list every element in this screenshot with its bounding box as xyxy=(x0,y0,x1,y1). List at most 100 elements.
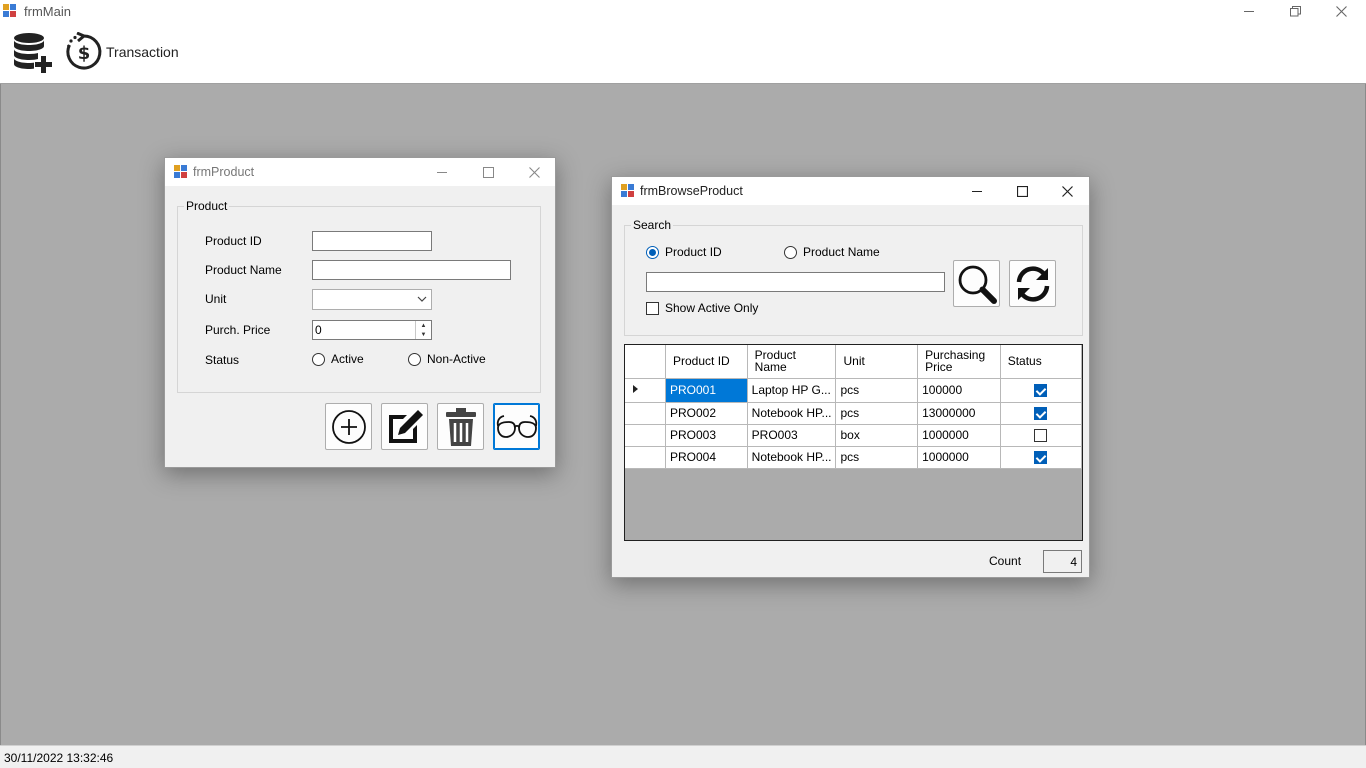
browse-form-titlebar: frmBrowseProduct xyxy=(612,177,1089,205)
status-active-radio[interactable]: Active xyxy=(312,352,364,366)
search-by-product-id-label: Product ID xyxy=(665,245,722,259)
maximize-icon xyxy=(1016,185,1028,197)
cell-product-id[interactable]: PRO003 xyxy=(665,424,748,447)
product-form-titlebar: frmProduct xyxy=(165,158,555,186)
minimize-button[interactable] xyxy=(1226,0,1272,23)
cell-product-id[interactable]: PRO001 xyxy=(665,378,748,403)
cell-unit[interactable]: pcs xyxy=(835,378,919,403)
cell-status[interactable] xyxy=(1000,424,1082,447)
current-row-arrow-icon xyxy=(633,384,638,393)
cell-status[interactable] xyxy=(1000,378,1082,403)
search-group-label: Search xyxy=(631,218,674,232)
status-checkbox-checked[interactable] xyxy=(1034,407,1048,421)
delete-button[interactable] xyxy=(437,403,484,450)
stepper-buttons: ▲ ▼ xyxy=(415,321,431,339)
product-form-maximize-button[interactable] xyxy=(465,158,511,186)
app-icon xyxy=(3,4,17,18)
browse-product-window: frmBrowseProduct Search Product ID Produ… xyxy=(611,176,1090,578)
table-row[interactable]: PRO004 Notebook HP... pcs 1000000 xyxy=(625,446,1082,469)
cell-status[interactable] xyxy=(1000,446,1082,469)
purch-price-stepper[interactable]: 0 ▲ ▼ xyxy=(312,320,432,340)
main-window-title: frmMain xyxy=(24,4,71,19)
close-button[interactable] xyxy=(1318,0,1364,23)
product-form-close-button[interactable] xyxy=(511,158,557,186)
edit-button[interactable] xyxy=(381,403,428,450)
browse-form-minimize-button[interactable] xyxy=(954,177,1000,205)
cell-product-name[interactable]: PRO003 xyxy=(747,424,837,447)
search-by-product-name-radio[interactable]: Product Name xyxy=(784,245,880,259)
minimize-icon xyxy=(971,190,982,192)
row-header-current[interactable] xyxy=(625,378,666,403)
status-bar: 30/11/2022 13:32:46 xyxy=(0,745,1366,768)
cell-unit[interactable]: box xyxy=(835,424,919,447)
svg-text:$: $ xyxy=(78,43,91,64)
column-header-unit[interactable]: Unit xyxy=(835,345,919,379)
main-titlebar: frmMain xyxy=(0,0,1366,23)
cell-product-name[interactable]: Notebook HP... xyxy=(747,402,837,425)
table-row[interactable]: PRO002 Notebook HP... pcs 13000000 xyxy=(625,402,1082,425)
minimize-icon xyxy=(1243,11,1254,12)
add-button[interactable] xyxy=(325,403,372,450)
row-header[interactable] xyxy=(625,446,666,469)
refresh-button[interactable] xyxy=(1009,260,1056,307)
edit-icon xyxy=(388,409,423,443)
search-input[interactable] xyxy=(646,272,945,292)
master-data-button[interactable] xyxy=(12,31,54,73)
column-header-product-id[interactable]: Product ID xyxy=(665,345,748,379)
close-icon xyxy=(528,166,540,178)
status-active-label: Active xyxy=(331,352,364,366)
cell-product-id[interactable]: PRO002 xyxy=(665,402,748,425)
search-button[interactable] xyxy=(953,260,1000,307)
checkbox-box xyxy=(646,301,659,315)
product-name-input[interactable] xyxy=(312,260,511,280)
cell-status[interactable] xyxy=(1000,402,1082,425)
stepper-down-button[interactable]: ▼ xyxy=(416,330,431,339)
status-non-active-radio[interactable]: Non-Active xyxy=(408,352,486,366)
stepper-up-button[interactable]: ▲ xyxy=(416,321,431,330)
product-id-label: Product ID xyxy=(205,234,262,248)
status-checkbox-unchecked[interactable] xyxy=(1034,429,1048,443)
trash-icon xyxy=(445,407,476,446)
row-header[interactable] xyxy=(625,424,666,447)
browse-button[interactable] xyxy=(493,403,540,450)
cell-unit[interactable]: pcs xyxy=(835,446,919,469)
search-by-product-id-radio[interactable]: Product ID xyxy=(646,245,722,259)
cell-product-name[interactable]: Notebook HP... xyxy=(747,446,837,469)
close-icon xyxy=(1061,185,1073,197)
cell-purchasing-price[interactable]: 100000 xyxy=(917,378,1001,403)
status-datetime: 30/11/2022 13:32:46 xyxy=(4,751,114,765)
show-active-only-checkbox[interactable]: Show Active Only xyxy=(646,301,758,315)
browse-form-maximize-button[interactable] xyxy=(999,177,1045,205)
cell-product-name[interactable]: Laptop HP G... xyxy=(747,378,837,403)
glasses-icon xyxy=(496,414,537,438)
product-form-minimize-button[interactable] xyxy=(419,158,465,186)
unit-label: Unit xyxy=(205,292,227,306)
column-header-purchasing-price[interactable]: Purchasing Price xyxy=(917,345,1001,379)
cell-unit[interactable]: pcs xyxy=(835,402,919,425)
show-active-only-label: Show Active Only xyxy=(665,301,759,315)
database-add-icon xyxy=(14,33,52,73)
cell-purchasing-price[interactable]: 1000000 xyxy=(917,424,1001,447)
table-row[interactable]: PRO003 PRO003 box 1000000 xyxy=(625,424,1082,447)
restore-button[interactable] xyxy=(1272,0,1318,23)
status-checkbox-checked[interactable] xyxy=(1034,451,1048,465)
product-id-input[interactable] xyxy=(312,231,432,251)
table-row[interactable]: PRO001 Laptop HP G... pcs 100000 xyxy=(625,378,1082,403)
unit-select[interactable] xyxy=(312,289,432,310)
product-grid[interactable]: Product ID Product Name Unit Purchasing … xyxy=(624,344,1083,541)
browse-form-icon xyxy=(621,184,635,198)
browse-form-close-button[interactable] xyxy=(1044,177,1090,205)
product-form-title: frmProduct xyxy=(193,165,255,179)
maximize-icon xyxy=(482,166,494,178)
row-header[interactable] xyxy=(625,402,666,425)
radio-circle xyxy=(312,352,325,366)
transaction-button[interactable]: $ Transaction xyxy=(64,32,179,72)
column-header-status[interactable]: Status xyxy=(1000,345,1082,379)
status-checkbox-checked[interactable] xyxy=(1034,384,1048,398)
cell-purchasing-price[interactable]: 1000000 xyxy=(917,446,1001,469)
column-header-product-name[interactable]: Product Name xyxy=(747,345,837,379)
main-toolbar: $ Transaction xyxy=(0,23,1366,84)
count-label: Count xyxy=(989,554,1022,568)
cell-purchasing-price[interactable]: 13000000 xyxy=(917,402,1001,425)
cell-product-id[interactable]: PRO004 xyxy=(665,446,748,469)
